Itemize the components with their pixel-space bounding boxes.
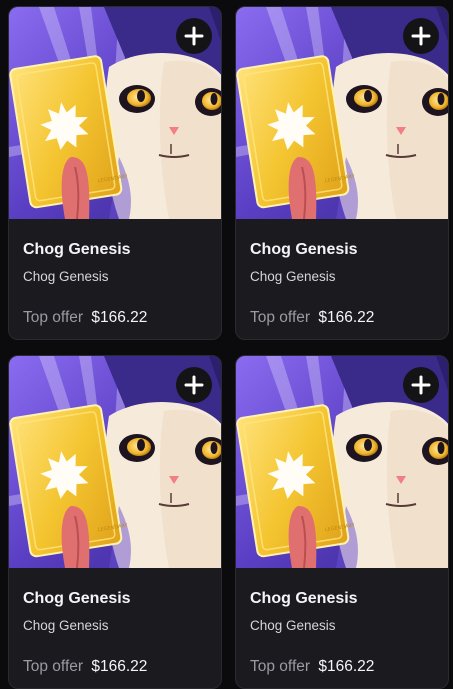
plus-icon: [411, 26, 431, 46]
collection-name[interactable]: Chog Genesis: [250, 618, 336, 633]
add-to-cart-button[interactable]: [176, 18, 212, 54]
top-offer-value: $166.22: [318, 309, 375, 326]
nft-info: Chog Genesis Chog Genesis Top offer $166…: [236, 219, 448, 339]
nft-title[interactable]: Chog Genesis: [250, 241, 358, 259]
collection-name[interactable]: Chog Genesis: [23, 269, 109, 284]
plus-icon: [184, 375, 204, 395]
top-offer-label: Top offer: [250, 658, 311, 675]
top-offer: Top offer $166.22: [250, 309, 374, 327]
plus-icon: [411, 375, 431, 395]
nft-card[interactable]: Chog Genesis Chog Genesis Top offer $166…: [8, 6, 222, 340]
top-offer-label: Top offer: [23, 658, 84, 675]
top-offer: Top offer $166.22: [250, 658, 374, 676]
top-offer-value: $166.22: [318, 658, 375, 675]
plus-icon: [184, 26, 204, 46]
top-offer-value: $166.22: [91, 658, 148, 675]
nft-card[interactable]: Chog Genesis Chog Genesis Top offer $166…: [235, 355, 449, 689]
collection-name[interactable]: Chog Genesis: [250, 269, 336, 284]
nft-card[interactable]: Chog Genesis Chog Genesis Top offer $166…: [235, 6, 449, 340]
nft-grid: Chog Genesis Chog Genesis Top offer $166…: [0, 0, 453, 689]
nft-title[interactable]: Chog Genesis: [250, 590, 358, 608]
collection-name[interactable]: Chog Genesis: [23, 618, 109, 633]
nft-title[interactable]: Chog Genesis: [23, 590, 131, 608]
add-to-cart-button[interactable]: [403, 18, 439, 54]
top-offer-value: $166.22: [91, 309, 148, 326]
nft-info: Chog Genesis Chog Genesis Top offer $166…: [9, 568, 221, 688]
nft-card[interactable]: Chog Genesis Chog Genesis Top offer $166…: [8, 355, 222, 689]
nft-info: Chog Genesis Chog Genesis Top offer $166…: [236, 568, 448, 688]
top-offer: Top offer $166.22: [23, 658, 147, 676]
top-offer-label: Top offer: [250, 309, 311, 326]
nft-title[interactable]: Chog Genesis: [23, 241, 131, 259]
nft-info: Chog Genesis Chog Genesis Top offer $166…: [9, 219, 221, 339]
add-to-cart-button[interactable]: [176, 367, 212, 403]
top-offer-label: Top offer: [23, 309, 84, 326]
add-to-cart-button[interactable]: [403, 367, 439, 403]
top-offer: Top offer $166.22: [23, 309, 147, 327]
